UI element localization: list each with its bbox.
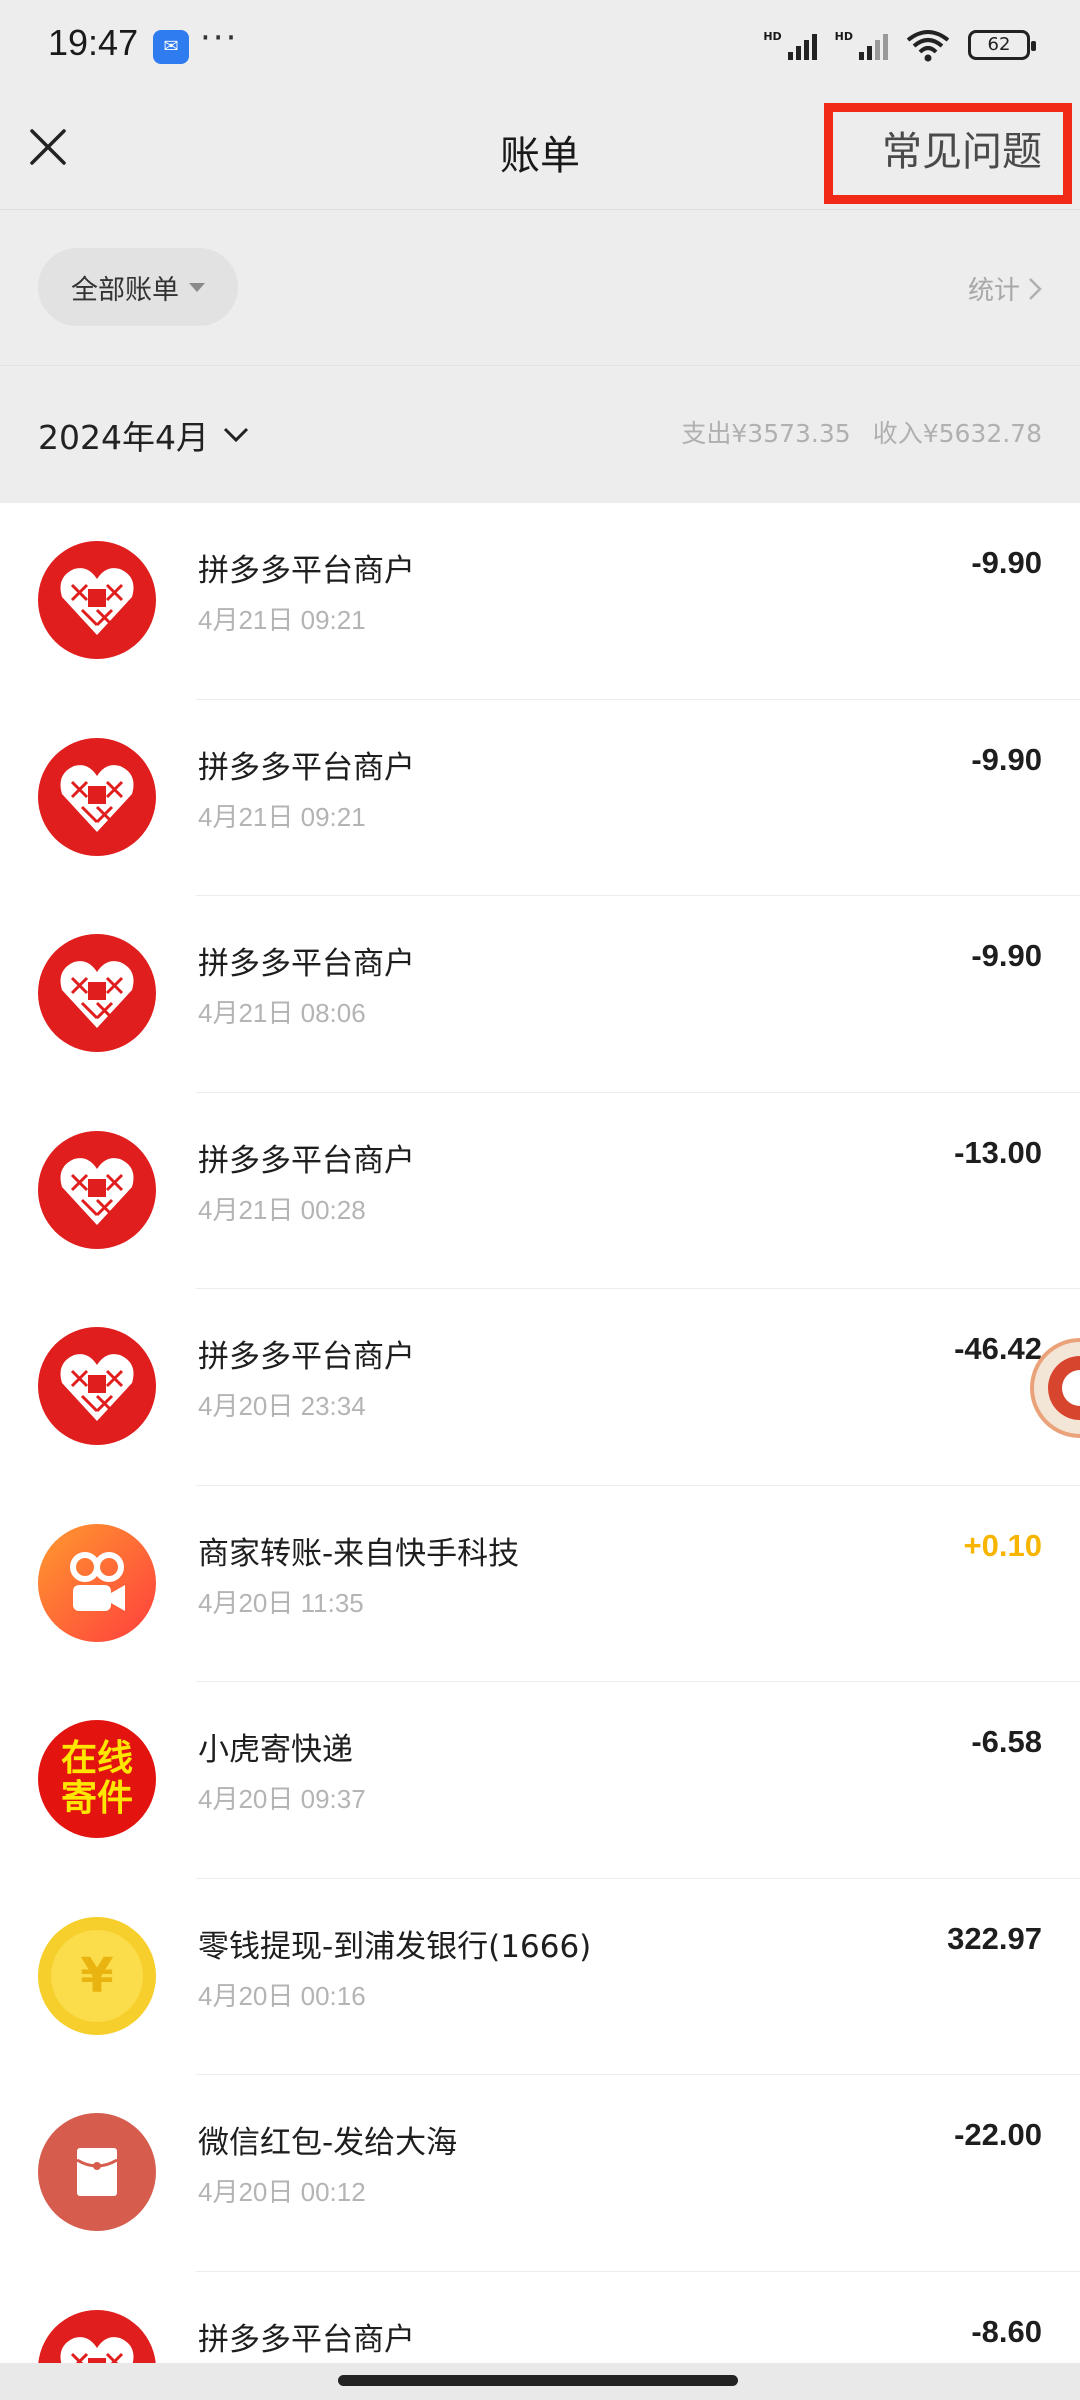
wifi-icon	[906, 30, 950, 62]
transaction-row[interactable]: 拼多多平台商户 -8.60	[0, 2272, 1080, 2363]
transaction-time: 4月20日 23:34	[198, 1391, 366, 1421]
merchant-name: 小虎寄快递	[198, 1732, 353, 1768]
stats-link[interactable]: 统计	[968, 270, 1042, 307]
pinduoduo-icon	[38, 737, 156, 856]
chevron-down-icon	[223, 427, 249, 443]
transaction-row[interactable]: 拼多多平台商户 4月21日 08:06 -9.90	[0, 896, 1080, 1093]
transaction-amount: +0.10	[963, 1527, 1042, 1563]
battery-icon: 62	[968, 30, 1036, 60]
merchant-name: 拼多多平台商户	[198, 1339, 415, 1375]
parcel-icon-text-bottom: 寄件	[60, 1778, 133, 1819]
signal-2-icon: HD	[835, 30, 888, 60]
navigation-bar	[0, 2363, 1080, 2400]
month-bar: 2024年4月 支出¥3573.35 收入¥5632.78	[0, 365, 1080, 503]
transaction-row[interactable]: ¥ 零钱提现-到浦发银行(1666) 4月20日 00:16 322.97	[0, 1879, 1080, 2075]
merchant-name: 拼多多平台商户	[198, 946, 415, 982]
transaction-amount: -46.42	[954, 1331, 1042, 1366]
parcel-icon-text-top: 在线	[60, 1738, 133, 1779]
home-indicator[interactable]	[338, 2375, 738, 2386]
signal-1-icon: HD	[763, 30, 817, 60]
parcel-icon: 在线 寄件	[38, 1720, 156, 1838]
status-time: 19:47	[48, 22, 139, 63]
merchant-name: 商家转账-来自快手科技	[198, 1535, 520, 1572]
transaction-amount: -9.90	[971, 938, 1042, 973]
kuaishou-icon	[38, 1523, 156, 1642]
caret-down-icon	[189, 282, 205, 292]
merchant-name: 微信红包-发给大海	[198, 2125, 458, 2161]
merchant-name: 零钱提现-到浦发银行(1666)	[198, 1928, 592, 1965]
transaction-row[interactable]: 拼多多平台商户 4月21日 09:21 -9.90	[0, 700, 1080, 896]
merchant-name: 拼多多平台商户	[198, 553, 415, 589]
merchant-name: 拼多多平台商户	[198, 1142, 415, 1179]
bill-type-filter-label: 全部账单	[71, 274, 179, 306]
transaction-amount: -13.00	[954, 1134, 1042, 1170]
transaction-time: 4月20日 00:12	[198, 2177, 366, 2207]
transaction-amount: 322.97	[947, 1920, 1042, 1956]
floating-widget-icon[interactable]	[1030, 1323, 1080, 1453]
income-total: 收入¥5632.78	[872, 419, 1042, 448]
transaction-amount: -22.00	[954, 2117, 1042, 2152]
transaction-time: 4月20日 00:16	[198, 1980, 366, 2011]
transaction-time: 4月21日 00:28	[198, 1194, 366, 1225]
transaction-row[interactable]: 商家转账-来自快手科技 4月20日 11:35 +0.10	[0, 1486, 1080, 1682]
chevron-right-icon	[1029, 277, 1042, 300]
transaction-amount: -9.90	[971, 545, 1042, 580]
transaction-time: 4月21日 09:21	[198, 605, 366, 635]
pinduoduo-icon	[38, 1130, 156, 1249]
expense-total: 支出¥3573.35	[681, 419, 851, 448]
transaction-list[interactable]: 拼多多平台商户 4月21日 09:21 -9.90 拼多多平台商户 4月21日 …	[0, 503, 1080, 2363]
status-bar: 19:47 ✉ ··· HD HD 62	[0, 0, 1080, 95]
app-notification-icon: ✉	[153, 30, 189, 64]
coin-icon-symbol: ¥	[80, 1947, 114, 2004]
transaction-row[interactable]: 拼多多平台商户 4月21日 09:21 -9.90	[0, 503, 1080, 700]
annotation-highlight-box	[824, 103, 1072, 204]
red-packet-icon	[38, 2113, 156, 2231]
pinduoduo-icon	[38, 541, 156, 659]
transaction-row[interactable]: 微信红包-发给大海 4月20日 00:12 -22.00	[0, 2075, 1080, 2272]
bill-type-filter[interactable]: 全部账单	[38, 248, 238, 326]
status-indicators: HD HD 62	[763, 28, 1036, 62]
transaction-row[interactable]: 拼多多平台商户 4月20日 23:34 -46.42	[0, 1289, 1080, 1486]
pinduoduo-icon	[38, 2309, 156, 2363]
coin-icon: ¥	[38, 1916, 156, 2035]
transaction-amount: -8.60	[971, 2313, 1042, 2349]
month-label: 2024年4月	[38, 418, 209, 457]
month-summary: 支出¥3573.35 收入¥5632.78	[681, 414, 1042, 450]
month-selector[interactable]: 2024年4月	[38, 411, 249, 459]
transaction-row[interactable]: 拼多多平台商户 4月21日 00:28 -13.00	[0, 1093, 1080, 1289]
transaction-row[interactable]: 在线 寄件 小虎寄快递 4月20日 09:37 -6.58	[0, 1682, 1080, 1879]
transaction-time: 4月21日 08:06	[198, 998, 366, 1028]
filter-bar: 全部账单 统计	[0, 210, 1080, 365]
merchant-name: 拼多多平台商户	[198, 749, 415, 786]
stats-label: 统计	[967, 276, 1020, 306]
transaction-time: 4月20日 09:37	[198, 1784, 366, 1814]
transaction-amount: -6.58	[971, 1724, 1042, 1759]
transaction-time: 4月20日 11:35	[198, 1587, 364, 1618]
pinduoduo-icon	[38, 934, 156, 1052]
transaction-time: 4月21日 09:21	[198, 801, 366, 832]
merchant-name: 拼多多平台商户	[198, 2321, 415, 2358]
more-notifications-icon: ···	[200, 18, 239, 58]
transaction-amount: -9.90	[971, 741, 1042, 777]
pinduoduo-icon	[38, 1327, 156, 1445]
